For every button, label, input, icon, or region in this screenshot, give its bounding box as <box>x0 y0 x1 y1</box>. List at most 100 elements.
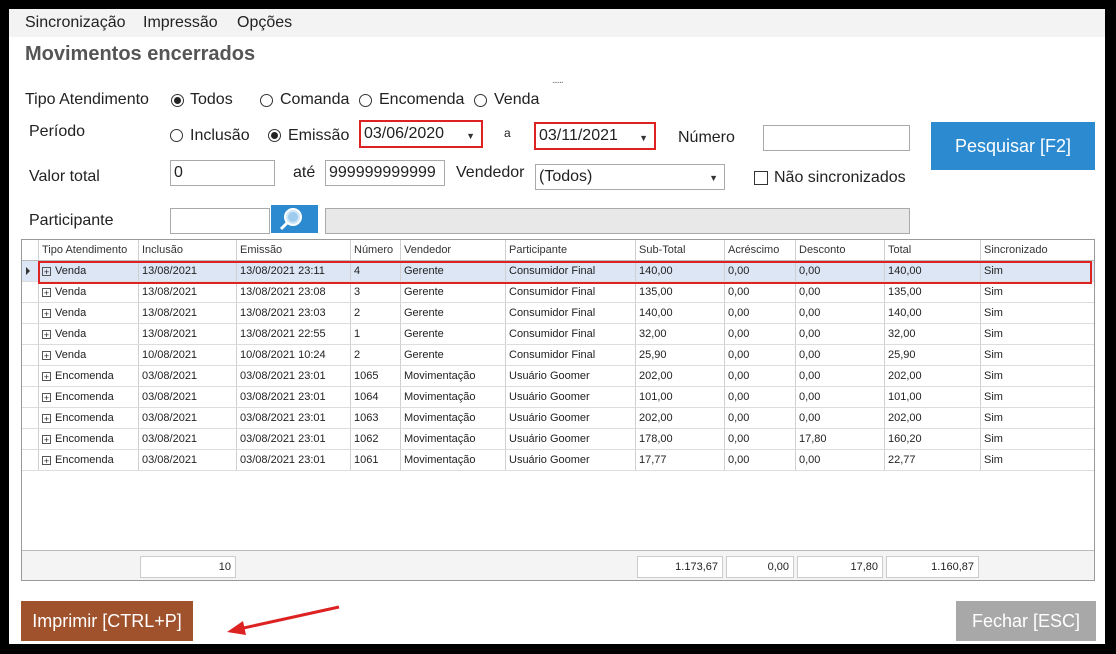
table-cell[interactable]: Sim <box>980 366 1094 386</box>
table-cell[interactable]: 03/08/2021 23:01 <box>236 429 350 449</box>
table-cell[interactable]: 0,00 <box>795 366 884 386</box>
radio-venda[interactable] <box>474 94 487 107</box>
chevron-down-icon[interactable]: ▼ <box>709 166 718 190</box>
expand-icon[interactable]: + <box>42 329 51 339</box>
table-cell[interactable]: Usuário Goomer <box>505 429 635 449</box>
radio-emissao-label[interactable]: Emissão <box>288 127 349 145</box>
table-cell[interactable]: Usuário Goomer <box>505 387 635 407</box>
table-cell[interactable]: 03/08/2021 23:01 <box>236 408 350 428</box>
table-cell[interactable]: Usuário Goomer <box>505 450 635 470</box>
table-cell[interactable]: Consumidor Final <box>505 324 635 344</box>
table-cell[interactable]: + Encomenda <box>38 366 138 386</box>
table-cell[interactable]: Usuário Goomer <box>505 408 635 428</box>
table-cell[interactable]: 03/08/2021 <box>138 429 236 449</box>
table-cell[interactable]: Sim <box>980 324 1094 344</box>
table-cell[interactable]: + Venda <box>38 282 138 302</box>
radio-comanda[interactable] <box>260 94 273 107</box>
table-cell[interactable]: 03/08/2021 <box>138 366 236 386</box>
col-header[interactable]: Vendedor <box>400 240 505 260</box>
chevron-down-icon[interactable]: ▼ <box>639 126 648 150</box>
expand-icon[interactable]: + <box>42 413 51 423</box>
col-header[interactable]: Sub-Total <box>635 240 724 260</box>
table-cell[interactable]: 03/08/2021 <box>138 387 236 407</box>
table-cell[interactable]: 10/08/2021 <box>138 345 236 365</box>
participante-input[interactable] <box>170 208 270 234</box>
table-cell[interactable]: 22,77 <box>884 450 980 470</box>
col-header[interactable]: Sincronizado <box>980 240 1094 260</box>
table-cell[interactable]: Sim <box>980 408 1094 428</box>
table-cell[interactable]: 0,00 <box>724 408 795 428</box>
table-cell[interactable]: 0,00 <box>724 324 795 344</box>
table-cell[interactable]: 1062 <box>350 429 400 449</box>
table-cell[interactable]: 2 <box>350 303 400 323</box>
col-header[interactable]: Número <box>350 240 400 260</box>
table-row[interactable]: + Encomenda 03/08/2021 03/08/2021 23:01 1065… <box>22 366 1094 387</box>
vendedor-select[interactable]: (Todos) ▼ <box>535 164 725 190</box>
table-cell[interactable]: Movimentação <box>400 450 505 470</box>
table-cell[interactable]: 0,00 <box>724 345 795 365</box>
table-cell[interactable]: 25,90 <box>635 345 724 365</box>
date-from-picker[interactable]: 03/06/2020 ▼ <box>359 120 483 148</box>
table-cell[interactable]: 1063 <box>350 408 400 428</box>
table-cell[interactable]: 140,00 <box>884 303 980 323</box>
chevron-down-icon[interactable]: ▼ <box>466 124 475 148</box>
table-row[interactable]: + Venda 13/08/2021 13/08/2021 23:03 2 Gerente… <box>22 303 1094 324</box>
table-cell[interactable]: 03/08/2021 <box>138 450 236 470</box>
table-cell[interactable]: 0,00 <box>795 408 884 428</box>
table-cell[interactable]: 160,20 <box>884 429 980 449</box>
table-cell[interactable]: 0,00 <box>795 324 884 344</box>
col-header[interactable]: Total <box>884 240 980 260</box>
table-cell[interactable]: 1 <box>350 324 400 344</box>
table-cell[interactable]: 0,00 <box>724 282 795 302</box>
table-cell[interactable]: 13/08/2021 <box>138 324 236 344</box>
table-cell[interactable]: Sim <box>980 429 1094 449</box>
table-cell[interactable]: 13/08/2021 22:55 <box>236 324 350 344</box>
table-cell[interactable]: 32,00 <box>635 324 724 344</box>
table-cell[interactable]: Consumidor Final <box>505 282 635 302</box>
search-button[interactable]: Pesquisar [F2] <box>931 122 1095 170</box>
col-header[interactable]: Tipo Atendimento <box>38 240 138 260</box>
table-cell[interactable]: Gerente <box>400 282 505 302</box>
table-row[interactable]: + Venda 13/08/2021 13/08/2021 22:55 1 Gerente… <box>22 324 1094 345</box>
table-cell[interactable]: 140,00 <box>635 303 724 323</box>
table-cell[interactable]: 17,80 <box>795 429 884 449</box>
table-cell[interactable]: Sim <box>980 282 1094 302</box>
col-header[interactable]: Desconto <box>795 240 884 260</box>
table-cell[interactable]: 1064 <box>350 387 400 407</box>
table-cell[interactable]: Movimentação <box>400 366 505 386</box>
numero-input[interactable] <box>763 125 910 151</box>
table-cell[interactable]: Sim <box>980 303 1094 323</box>
table-cell[interactable]: + Venda <box>38 303 138 323</box>
radio-encomenda-label[interactable]: Encomenda <box>379 91 464 109</box>
participante-search-button[interactable] <box>271 205 318 233</box>
table-cell[interactable]: Sim <box>980 450 1094 470</box>
table-cell[interactable]: 25,90 <box>884 345 980 365</box>
menu-opcoes[interactable]: Opções <box>237 14 292 32</box>
table-cell[interactable]: 135,00 <box>884 282 980 302</box>
table-cell[interactable]: Sim <box>980 345 1094 365</box>
expand-icon[interactable]: + <box>42 308 51 318</box>
table-cell[interactable]: 101,00 <box>884 387 980 407</box>
expand-icon[interactable]: + <box>42 287 51 297</box>
table-cell[interactable]: Movimentação <box>400 408 505 428</box>
table-cell[interactable]: 1065 <box>350 366 400 386</box>
col-header[interactable]: Emissão <box>236 240 350 260</box>
radio-emissao[interactable] <box>268 129 281 142</box>
expand-icon[interactable]: + <box>42 371 51 381</box>
table-row[interactable]: + Encomenda 03/08/2021 03/08/2021 23:01 1064… <box>22 387 1094 408</box>
table-cell[interactable]: 03/08/2021 23:01 <box>236 366 350 386</box>
table-cell[interactable]: 03/08/2021 23:01 <box>236 450 350 470</box>
print-button[interactable]: Imprimir [CTRL+P] <box>21 601 193 641</box>
col-header[interactable]: Inclusão <box>138 240 236 260</box>
table-cell[interactable]: 202,00 <box>635 408 724 428</box>
radio-venda-label[interactable]: Venda <box>494 91 539 109</box>
table-cell[interactable]: Usuário Goomer <box>505 366 635 386</box>
table-cell[interactable]: 0,00 <box>795 303 884 323</box>
menu-impressao[interactable]: Impressão <box>143 14 218 32</box>
valor-to-input[interactable]: 999999999999 <box>325 160 445 186</box>
date-to-picker[interactable]: 03/11/2021 ▼ <box>534 122 656 150</box>
table-cell[interactable]: + Encomenda <box>38 408 138 428</box>
table-cell[interactable]: Gerente <box>400 345 505 365</box>
table-cell[interactable]: 17,77 <box>635 450 724 470</box>
table-cell[interactable]: 135,00 <box>635 282 724 302</box>
